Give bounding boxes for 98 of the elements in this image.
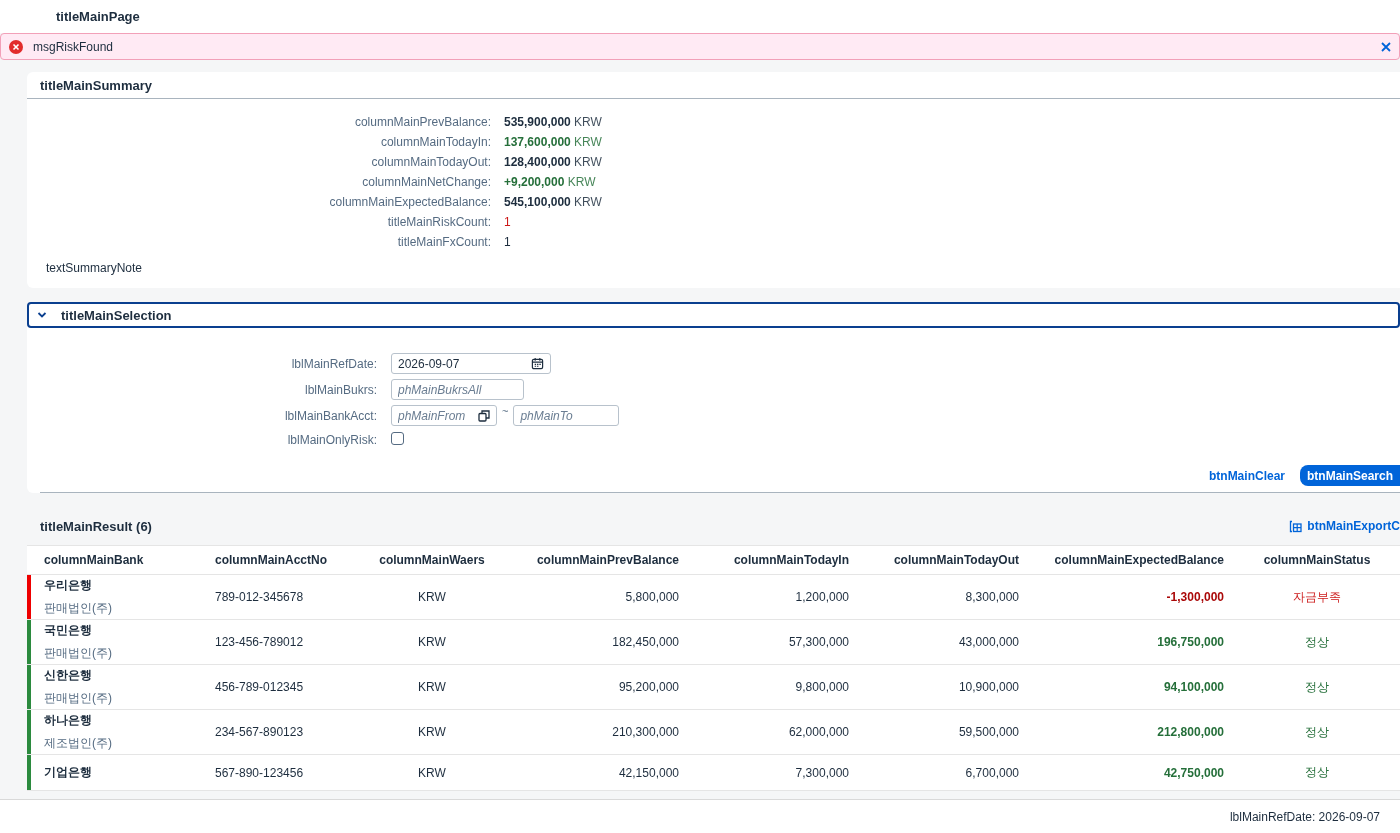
table-cell-text: 9,800,000 <box>794 680 850 694</box>
chevron-icon[interactable] <box>37 310 47 320</box>
column-header: columnMainAcctNo <box>214 553 328 567</box>
summary-label: columnMainTodayIn: <box>379 135 491 149</box>
close-icon[interactable] <box>1381 41 1391 52</box>
table-cell-text: KRW <box>417 680 447 694</box>
summary-label: columnMainExpectedBalance: <box>328 195 491 209</box>
bank-name: 하나은행 <box>44 712 93 729</box>
summary-note: textSummaryNote <box>45 260 144 277</box>
field-label: lblMainOnlyRisk: <box>286 433 377 447</box>
panel-title: titleMainSelection <box>61 307 172 323</box>
table-cell-text: 42,150,000 <box>617 765 680 780</box>
range-separator: ~ <box>501 405 510 417</box>
table-cell-text: 196,750,000 <box>1156 635 1225 649</box>
table-cell-text: 59,500,000 <box>957 725 1020 739</box>
bank-name: 우리은행 <box>44 577 93 594</box>
table-cell-text: 10,900,000 <box>957 680 1020 694</box>
table-row[interactable]: 우리은행 판매법인(주) 789-012-345678 KRW 5,800,000 1,200,000 8,300,000 -1,300,000 자금부족 <box>27 575 1400 620</box>
summary-label: columnMainPrevBalance: <box>353 115 491 129</box>
summary-label: titleMainFxCount: <box>396 235 491 249</box>
checkbox[interactable] <box>391 432 404 445</box>
spreadsheet-icon <box>1289 519 1303 533</box>
company-name: 판매법인(주) <box>44 690 113 707</box>
table-row[interactable]: 국민은행 판매법인(주) 123-456-789012 KRW 182,450,000 57,300,000 43,000,000 196,750,000 정상 <box>27 620 1400 665</box>
table-cell-text: 7,300,000 <box>794 765 850 780</box>
summary-value: 128,400,000 KRW <box>504 155 603 169</box>
result-title: titleMainResult (6) <box>40 518 152 534</box>
column-header: columnMainStatus <box>1262 553 1372 567</box>
table-cell-text: 234-567-890123 <box>214 725 305 739</box>
summary-title: titleMainSummary <box>40 77 152 93</box>
column-header: columnMainPrevBalance <box>535 553 680 567</box>
column-header: columnMainExpectedBalance <box>1053 553 1225 567</box>
summary-value: +9,200,000 KRW <box>504 175 597 189</box>
summary-value: 1 <box>504 215 512 229</box>
export-button[interactable]: btnMainExportC <box>1289 519 1400 533</box>
field-label: lblMainBankAcct: <box>283 408 377 423</box>
table-cell-text: 182,450,000 <box>611 635 680 649</box>
bank-name: 기업은행 <box>44 764 93 781</box>
status-text: 정상 <box>1304 723 1330 741</box>
field-label: lblMainBukrs: <box>303 382 377 397</box>
table-cell-text: 8,300,000 <box>964 590 1020 604</box>
search-button[interactable]: btnMainSearch <box>1300 465 1400 486</box>
panel-header[interactable]: titleMainSelection <box>27 302 1400 328</box>
table-cell-text: KRW <box>417 725 447 739</box>
table-cell-text: 123-456-789012 <box>214 635 305 649</box>
message-text: msgRiskFound <box>33 39 115 54</box>
company-name: 판매법인(주) <box>44 645 113 662</box>
input-field[interactable]: phMainBukrsAll <box>391 379 524 400</box>
field-label: lblMainRefDate: <box>290 356 377 371</box>
summary-value: 535,900,000 KRW <box>504 115 603 129</box>
table-row[interactable]: 기업은행 567-890-123456 KRW 42,150,000 7,300,000 6,700,000 42,750,000 정상 <box>27 755 1400 791</box>
input-field[interactable]: phMainFrom <box>391 405 497 426</box>
table-cell-text: KRW <box>417 635 447 649</box>
company-name: 판매법인(주) <box>44 600 113 617</box>
table-cell-text: KRW <box>417 590 447 604</box>
table-cell-text: 42,750,000 <box>1162 765 1225 780</box>
value-help-icon[interactable] <box>478 409 490 422</box>
summary-value: 1 <box>504 235 512 249</box>
table-cell-text: 62,000,000 <box>787 725 850 739</box>
bank-name: 국민은행 <box>44 622 93 639</box>
status-text: 정상 <box>1304 678 1330 696</box>
table-cell-text: 5,800,000 <box>624 590 680 604</box>
table-cell-text: 95,200,000 <box>617 680 680 694</box>
table-cell-text: 94,100,000 <box>1162 680 1225 694</box>
table-cell-text: 212,800,000 <box>1156 725 1225 739</box>
table-cell-text: 789-012-345678 <box>214 590 305 604</box>
table-cell-text: 1,200,000 <box>794 590 850 604</box>
status-text: 정상 <box>1304 633 1330 651</box>
status-text: 정상 <box>1304 764 1330 781</box>
table-cell-text: 210,300,000 <box>611 725 680 739</box>
column-header: columnMainTodayIn <box>732 553 850 567</box>
input-field[interactable]: phMainTo <box>513 405 620 426</box>
table-row[interactable]: 신한은행 판매법인(주) 456-789-012345 KRW 95,200,000 9,800,000 10,900,000 94,100,000 정상 <box>27 665 1400 710</box>
table-cell-text: 57,300,000 <box>787 635 850 649</box>
error-icon <box>9 39 23 54</box>
page-title: titleMainPage <box>56 9 140 24</box>
table-cell-text: 6,700,000 <box>964 765 1020 780</box>
clear-button[interactable]: btnMainClear <box>1201 465 1292 486</box>
summary-label: titleMainRiskCount: <box>386 215 491 229</box>
column-header: columnMainBank <box>43 553 145 567</box>
table-cell-text: 43,000,000 <box>957 635 1020 649</box>
summary-value: 545,100,000 KRW <box>504 195 603 209</box>
date-field[interactable]: 2026-09-07 <box>391 353 551 374</box>
summary-value: 137,600,000 KRW <box>504 135 603 149</box>
table-cell-text: 456-789-012345 <box>214 680 305 694</box>
summary-label: columnMainNetChange: <box>361 175 491 189</box>
table-cell-text: KRW <box>417 765 447 780</box>
column-header: columnMainWaers <box>378 553 486 567</box>
status-text: 자금부족 <box>1292 588 1342 606</box>
table-cell-text: 567-890-123456 <box>214 765 305 780</box>
company-name: 제조법인(주) <box>44 735 113 752</box>
column-header: columnMainTodayOut <box>892 553 1020 567</box>
calendar-icon <box>531 357 544 370</box>
summary-label: columnMainTodayOut: <box>370 155 491 169</box>
table-cell-text: -1,300,000 <box>1165 590 1225 604</box>
footer-text: lblMainRefDate: 2026-09-07 <box>1229 809 1380 824</box>
table-row[interactable]: 하나은행 제조법인(주) 234-567-890123 KRW 210,300,000 62,000,000 59,500,000 212,800,000 정상 <box>27 710 1400 755</box>
bank-name: 신한은행 <box>44 667 93 684</box>
